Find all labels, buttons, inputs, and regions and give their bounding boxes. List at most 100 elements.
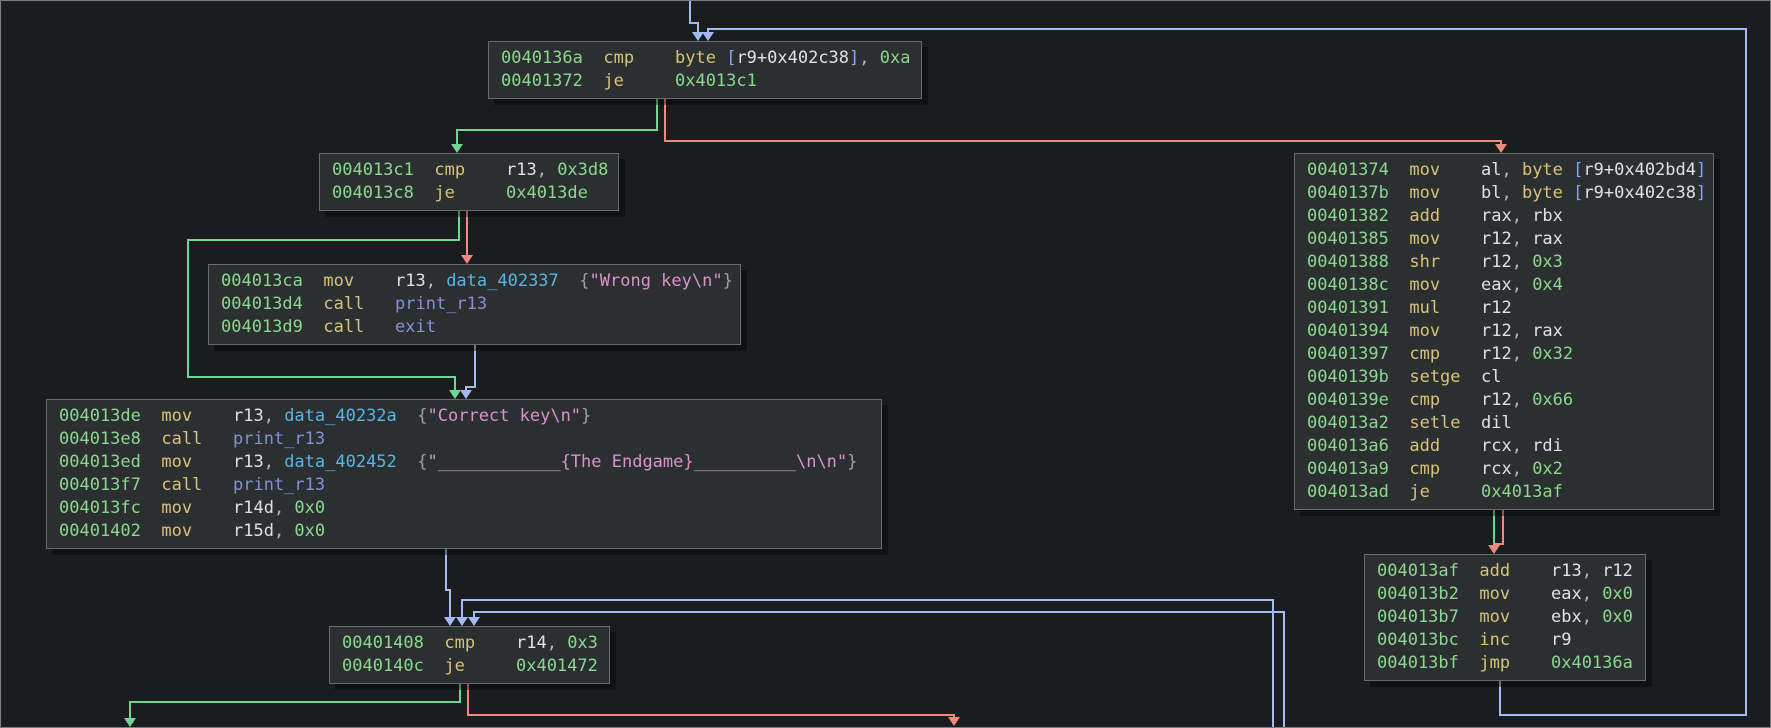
instruction-row-004013bc[interactable]: 004013bcincr9 — [1377, 629, 1633, 652]
instruction-row-0040139e[interactable]: 0040139ecmpr12, 0x66 — [1307, 389, 1701, 412]
edge-004013ad-true — [1493, 510, 1495, 543]
instruction-row-00401374[interactable]: 00401374moval, byte [r9+0x402bd4] — [1307, 159, 1701, 182]
instruction-mnemonic: shr — [1409, 251, 1481, 274]
edge-loop-004013bf-to-0040136a — [1745, 28, 1747, 716]
instruction-row-004013c8[interactable]: 004013c8je0x4013de — [332, 182, 606, 205]
arrowhead-004013c1-false — [461, 255, 473, 264]
instruction-row-004013c1[interactable]: 004013c1cmpr13, 0x3d8 — [332, 159, 606, 182]
instruction-row-0040138c[interactable]: 0040138cmoveax, 0x4 — [1307, 274, 1701, 297]
instruction-address: 0040136a — [501, 47, 603, 70]
operand-token: r14 — [516, 633, 547, 653]
operand-token: byte — [1522, 183, 1563, 203]
basic-block-004013ca[interactable]: 004013camovr13, data_402337 {"Wrong key\… — [208, 264, 741, 345]
instruction-row-00401391[interactable]: 00401391mulr12 — [1307, 297, 1701, 320]
basic-block-004013c1[interactable]: 004013c1cmpr13, 0x3d8004013c8je0x4013de — [319, 153, 619, 211]
edge-004013de-to-00401408 — [445, 549, 447, 589]
instruction-row-00401372[interactable]: 00401372je0x4013c1 — [501, 70, 909, 93]
operand-token: r9+0x402c38 — [1583, 183, 1696, 203]
operand-token: 0x401472 — [516, 656, 598, 676]
operand-token: 0x4013c1 — [675, 71, 757, 91]
operand-token: al — [1481, 160, 1501, 180]
instruction-row-00401408[interactable]: 00401408cmpr14, 0x3 — [342, 632, 597, 655]
operand-token: 0x0 — [1602, 607, 1633, 627]
operand-token: [ — [726, 48, 736, 68]
operand-token: , — [1512, 459, 1532, 479]
instruction-address: 00401382 — [1307, 205, 1409, 228]
instruction-address: 004013a6 — [1307, 435, 1409, 458]
edge-0040136a-true — [456, 129, 658, 131]
instruction-address: 00401402 — [59, 520, 161, 543]
operand-token: data_40232a — [284, 406, 397, 426]
operand-token: print_r13 — [233, 475, 325, 495]
instruction-mnemonic: add — [1409, 205, 1481, 228]
operand-token: "Correct key\n" — [428, 406, 582, 426]
disassembly-graph[interactable]: 0040136acmpbyte [r9+0x402c38], 0xa004013… — [0, 0, 1771, 728]
instruction-row-004013d4[interactable]: 004013d4callprint_r13 — [221, 293, 728, 316]
edge-wrap-right-1-to-00401408 — [461, 599, 1274, 601]
instruction-address: 004013a9 — [1307, 458, 1409, 481]
instruction-row-00401388[interactable]: 00401388shrr12, 0x3 — [1307, 251, 1701, 274]
basic-block-0040136a[interactable]: 0040136acmpbyte [r9+0x402c38], 0xa004013… — [488, 41, 922, 99]
instruction-row-004013bf[interactable]: 004013bfjmp0x40136a — [1377, 652, 1633, 675]
operand-token: ] — [1696, 160, 1706, 180]
instruction-address: 004013bc — [1377, 629, 1479, 652]
instruction-row-004013af[interactable]: 004013afaddr13, r12 — [1377, 560, 1633, 583]
arrowhead-0040136a-true — [451, 144, 463, 153]
instruction-address: 0040140c — [342, 655, 444, 678]
instruction-row-0040136a[interactable]: 0040136acmpbyte [r9+0x402c38], 0xa — [501, 47, 909, 70]
instruction-row-004013a2[interactable]: 004013a2setledil — [1307, 412, 1701, 435]
basic-block-004013de[interactable]: 004013demovr13, data_40232a {"Correct ke… — [46, 399, 882, 549]
instruction-row-0040140c[interactable]: 0040140cje0x401472 — [342, 655, 597, 678]
instruction-address: 004013b2 — [1377, 583, 1479, 606]
instruction-row-004013a6[interactable]: 004013a6addrcx, rdi — [1307, 435, 1701, 458]
instruction-row-004013ca[interactable]: 004013camovr13, data_402337 {"Wrong key\… — [221, 270, 728, 293]
instruction-address: 00401394 — [1307, 320, 1409, 343]
instruction-mnemonic: mov — [1479, 583, 1551, 606]
operand-token: exit — [395, 317, 436, 337]
instruction-row-004013b2[interactable]: 004013b2moveax, 0x0 — [1377, 583, 1633, 606]
instruction-row-00401385[interactable]: 00401385movr12, rax — [1307, 228, 1701, 251]
operand-token: byte — [675, 48, 716, 68]
basic-block-00401374[interactable]: 00401374moval, byte [r9+0x402bd4]0040137… — [1294, 153, 1714, 510]
operand-token: , — [547, 633, 567, 653]
instruction-mnemonic: mov — [161, 520, 233, 543]
instruction-row-00401382[interactable]: 00401382addrax, rbx — [1307, 205, 1701, 228]
instruction-row-00401394[interactable]: 00401394movr12, rax — [1307, 320, 1701, 343]
instruction-row-0040139b[interactable]: 0040139bsetgecl — [1307, 366, 1701, 389]
operand-token: { — [417, 406, 427, 426]
instruction-row-004013f7[interactable]: 004013f7callprint_r13 — [59, 474, 869, 497]
operand-token: eax — [1481, 275, 1512, 295]
instruction-mnemonic: setle — [1409, 412, 1481, 435]
instruction-row-004013b7[interactable]: 004013b7movebx, 0x0 — [1377, 606, 1633, 629]
instruction-row-004013ad[interactable]: 004013adje0x4013af — [1307, 481, 1701, 504]
operand-token: , — [1512, 321, 1532, 341]
instruction-address: 004013d4 — [221, 293, 323, 316]
operand-token: 0x32 — [1532, 344, 1573, 364]
basic-block-004013af[interactable]: 004013afaddr13, r12004013b2moveax, 0x000… — [1364, 554, 1646, 681]
instruction-row-004013fc[interactable]: 004013fcmovr14d, 0x0 — [59, 497, 869, 520]
operand-token: rbx — [1532, 206, 1563, 226]
edge-0040136a-true — [656, 99, 658, 129]
instruction-row-00401402[interactable]: 00401402movr15d, 0x0 — [59, 520, 869, 543]
instruction-mnemonic: cmp — [1409, 343, 1481, 366]
operand-token: , — [426, 271, 446, 291]
operand-token: print_r13 — [233, 429, 325, 449]
instruction-row-004013e8[interactable]: 004013e8callprint_r13 — [59, 428, 869, 451]
instruction-row-004013de[interactable]: 004013demovr13, data_40232a {"Correct ke… — [59, 405, 869, 428]
instruction-address: 0040139e — [1307, 389, 1409, 412]
instruction-row-004013a9[interactable]: 004013a9cmprcx, 0x2 — [1307, 458, 1701, 481]
operand-token: , — [859, 48, 879, 68]
operand-token: 0x0 — [1602, 584, 1633, 604]
instruction-row-0040137b[interactable]: 0040137bmovbl, byte [r9+0x402c38] — [1307, 182, 1701, 205]
instruction-row-00401397[interactable]: 00401397cmpr12, 0x32 — [1307, 343, 1701, 366]
instruction-row-004013ed[interactable]: 004013edmovr13, data_402452 {"__________… — [59, 451, 869, 474]
instruction-address: 004013ad — [1307, 481, 1409, 504]
basic-block-00401408[interactable]: 00401408cmpr14, 0x30040140cje0x401472 — [329, 626, 610, 684]
operand-token: cl — [1481, 367, 1501, 387]
operand-token: [ — [1573, 183, 1583, 203]
instruction-address: 0040139b — [1307, 366, 1409, 389]
instruction-address: 004013f7 — [59, 474, 161, 497]
operand-token: , — [1582, 561, 1602, 581]
edge-00401408-true — [129, 701, 461, 703]
instruction-row-004013d9[interactable]: 004013d9callexit — [221, 316, 728, 339]
